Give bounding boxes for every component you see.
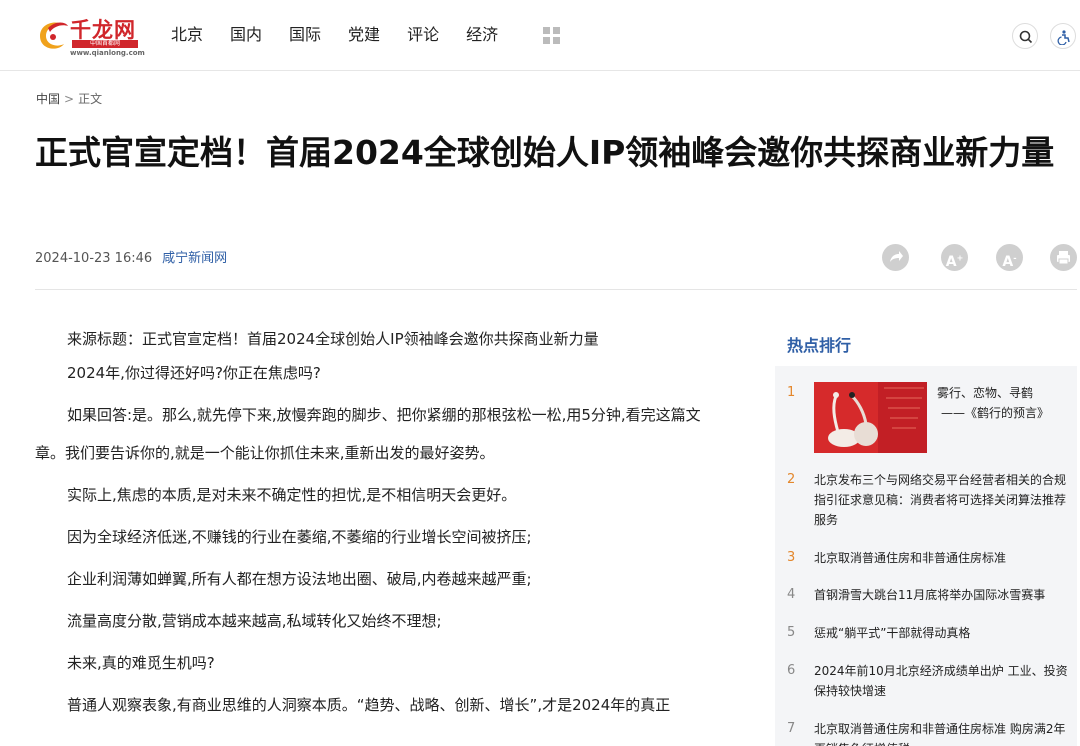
article-paragraph: 企业利润薄如蝉翼,所有人都在想方设法地出圈、破局,内卷越来越严重; (67, 570, 532, 588)
article-source[interactable]: 咸宁新闻网 (162, 251, 227, 266)
ranking-item-caption: 雾行、恋物、寻鹤 ——《鹤行的预言》 (937, 383, 1067, 423)
font-larger-button[interactable]: A+ (941, 244, 968, 271)
ranking-item-link[interactable]: 惩戒“躺平式”干部就得动真格 (814, 623, 1069, 643)
more-grid-icon[interactable] (543, 27, 561, 45)
ranking-number: 3 (787, 550, 796, 565)
ranking-item-link[interactable]: 北京发布三个与网络交易平台经营者相关的合规指引征求意见稿：消费者将可选择关闭算法… (814, 470, 1069, 530)
accessibility-icon (1057, 30, 1070, 45)
ranking-number: 7 (787, 721, 796, 736)
article-paragraph: 因为全球经济低迷,不赚钱的行业在萎缩,不萎缩的行业增长空间被挤压; (67, 528, 532, 546)
search-button[interactable] (1012, 23, 1038, 49)
article-paragraph: 流量高度分散,营销成本越来越高,私域转化又始终不理想; (67, 612, 442, 630)
accessibility-button[interactable] (1050, 23, 1076, 49)
breadcrumb-separator: > (64, 92, 75, 106)
ranking-number: 1 (787, 385, 796, 400)
meta-divider (35, 289, 1077, 290)
ranking-number: 5 (787, 625, 796, 640)
nav-item-beijing[interactable]: 北京 (171, 24, 203, 46)
ranking-number: 2 (787, 472, 796, 487)
article-paragraph: 如果回答:是。那么,就先停下来,放慢奔跑的脚步、把你紧绷的那根弦松一松,用5分钟… (35, 406, 701, 462)
font-smaller-button[interactable]: A- (996, 244, 1023, 271)
ranking-item-link[interactable]: 北京取消普通住房和非普通住房标准 (814, 548, 1069, 568)
article-paragraph: 普通人观察表象,有商业思维的人洞察本质。“趋势、战略、创新、增长”,才是2024… (67, 696, 671, 714)
ranking-caption-line: ——《鹤行的预言》 (941, 406, 1050, 420)
nav-item-comment[interactable]: 评论 (407, 24, 439, 46)
logo-url-text: www.qianlong.com (70, 49, 145, 57)
ranking-thumbnail[interactable] (814, 382, 927, 453)
share-icon (890, 251, 903, 262)
nav-item-party[interactable]: 党建 (348, 24, 380, 46)
font-larger-icon: A+ (945, 253, 964, 270)
hot-ranking-list: 1 雾行、恋物、寻鹤 ——《鹤行的预言》 2 北京发布三个与网络交易平台经营者相… (775, 366, 1077, 746)
article-paragraph: 未来,真的难觅生机吗? (67, 654, 215, 672)
top-header: 千龙网 中国首都网 www.qianlong.com 北京 国内 国际 党建 评… (0, 0, 1080, 71)
article-title: 正式官宣定档！首届2024全球创始人IP领袖峰会邀你共探商业新力量 (35, 133, 1055, 172)
article-paragraph: 2024年,你过得还好吗?你正在焦虑吗? (67, 364, 321, 382)
font-smaller-icon: A- (1002, 253, 1017, 270)
logo-glyph-icon (40, 22, 68, 49)
ranking-item-link[interactable]: 首钢滑雪大跳台11月底将举办国际冰雪赛事 (814, 585, 1069, 605)
nav-item-international[interactable]: 国际 (289, 24, 321, 46)
ranking-item-link[interactable]: 北京取消普通住房和非普通住房标准 购房满2年再销售免征增值税 (814, 719, 1069, 746)
share-button[interactable] (882, 244, 909, 271)
article-body: 来源标题：正式官宣定档！首届2024全球创始人IP领袖峰会邀你共探商业新力量 2… (35, 320, 730, 724)
article-paragraph: 来源标题：正式官宣定档！首届2024全球创始人IP领袖峰会邀你共探商业新力量 (67, 330, 599, 348)
article-date: 2024-10-23 16:46 (35, 251, 153, 266)
print-icon (1057, 251, 1070, 265)
breadcrumb-current: 正文 (78, 92, 103, 106)
article-paragraph: 实际上,焦虑的本质,是对未来不确定性的担忧,是不相信明天会更好。 (67, 486, 517, 504)
ranking-item-link[interactable]: 2024年前10月北京经济成绩单出炉 工业、投资保持较快增速 (814, 661, 1069, 701)
hot-ranking-title: 热点排行 (787, 336, 852, 355)
ranking-number: 4 (787, 587, 796, 602)
main-nav: 北京 国内 国际 党建 评论 经济 (171, 24, 525, 46)
ranking-number: 6 (787, 663, 796, 678)
breadcrumb-root[interactable]: 中国 (36, 92, 60, 106)
logo-sub-text: 中国首都网 (72, 40, 138, 48)
ranking-caption-line: 雾行、恋物、寻鹤 (937, 386, 1034, 400)
nav-item-economy[interactable]: 经济 (466, 24, 498, 46)
article-meta: 2024-10-23 16:46 咸宁新闻网 (35, 247, 227, 266)
site-logo[interactable]: 千龙网 中国首都网 www.qianlong.com (36, 12, 145, 58)
print-button[interactable] (1050, 244, 1077, 271)
search-icon (1019, 30, 1033, 44)
nav-item-domestic[interactable]: 国内 (230, 24, 262, 46)
breadcrumb: 中国 > 正文 (36, 90, 102, 107)
